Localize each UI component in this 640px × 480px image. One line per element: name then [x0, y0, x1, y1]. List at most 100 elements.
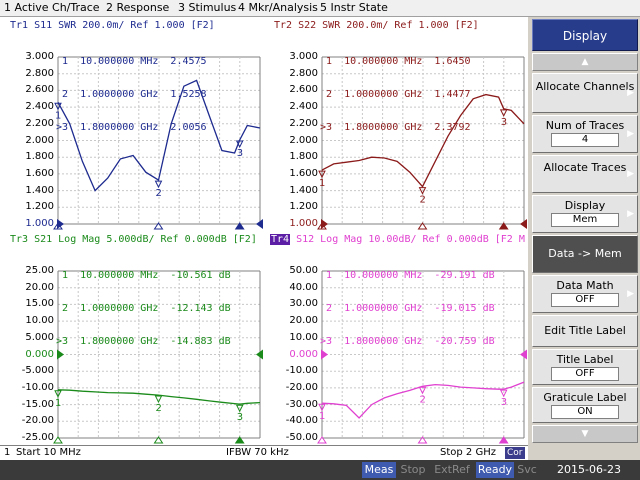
marker-frequency: 1.0000000 GHz: [80, 89, 159, 100]
marker-row: 1 10.000000 MHz -29.191 dB: [320, 270, 495, 281]
allocate-traces-button[interactable]: Allocate Traces ▶: [532, 155, 638, 193]
y-tick-label: -25.00: [21, 432, 54, 443]
stop-frequency[interactable]: Stop 2 GHz: [440, 447, 496, 459]
marker-row: 1 10.000000 MHz 2.4575: [56, 56, 207, 67]
graticule-label-label: Graticule Label: [543, 391, 627, 404]
marker-id: 2: [320, 303, 333, 314]
y-tick-label: 2.800: [25, 67, 54, 79]
y-tick-label: 30.00: [289, 298, 318, 310]
marker-row: 2 1.0000000 GHz 1.5258: [56, 89, 207, 100]
marker-id: 1: [56, 56, 69, 67]
marker-row: 2 1.0000000 GHz -19.015 dB: [320, 303, 495, 314]
trace-header-s22[interactable]: Tr2 S22 SWR 200.0m/ Ref 1.000 [F2]: [274, 20, 479, 31]
menu-response[interactable]: 2 Response: [106, 1, 169, 15]
date-time-display: 2015-06-23 18:41: [557, 463, 621, 480]
title-label-button[interactable]: Title Label OFF: [532, 349, 638, 385]
edit-title-label-button[interactable]: Edit Title Label: [532, 315, 638, 347]
marker-label: 2: [419, 195, 425, 206]
marker-row: 2 1.0000000 GHz 1.4477: [320, 89, 471, 100]
trace-header-s21[interactable]: Tr3 S21 Log Mag 5.000dB/ Ref 0.000dB [F2…: [10, 234, 257, 245]
graph-area: 1 2 3 Tr1 S11 SWR 200.0m/ Ref 1.000 [F2] 1…: [0, 17, 528, 445]
active-trace-tag: Tr4: [270, 234, 291, 245]
marker-frequency: 1.8000000 GHz: [344, 336, 423, 347]
marker-value: -12.143 dB: [170, 303, 231, 314]
marker-id: 2: [320, 89, 333, 100]
marker-id: >3: [320, 336, 333, 347]
start-frequency[interactable]: Start 10 MHz: [16, 447, 81, 459]
y-tick-label: 1.200: [25, 201, 54, 213]
y-tick-label: 2.800: [289, 67, 318, 79]
marker-frequency: 1.8000000 GHz: [80, 336, 159, 347]
submenu-arrow-icon: ▶: [627, 209, 634, 219]
menu-instr-state[interactable]: 5 Instr State: [320, 1, 388, 15]
y-tick-label: 2.600: [289, 84, 318, 96]
ready-indicator: Ready: [476, 462, 514, 478]
extref-indicator: ExtRef: [434, 463, 470, 476]
marker-frequency: 10.000000 MHz: [344, 56, 423, 67]
marker-table-s11: 1 10.000000 MHz 2.4575 2 1.0000000 GHz 1…: [56, 34, 207, 155]
marker-label: 2: [155, 188, 161, 199]
graticule-label-button[interactable]: Graticule Label ON: [532, 387, 638, 423]
title-label-value: OFF: [551, 367, 619, 381]
marker-frequency: 1.0000000 GHz: [80, 303, 159, 314]
softkey-scroll-up-button[interactable]: ▲: [532, 53, 638, 71]
instrument-status-bar: Meas Stop ExtRef Ready Svc 2015-06-23 18…: [0, 460, 640, 480]
marker-value: -14.883 dB: [170, 336, 231, 347]
trace-panel-s21[interactable]: 1 2 3 Tr3 S21 Log Mag 5.000dB/ Ref 0.000dB…: [0, 231, 264, 445]
y-tick-label: -5.000: [21, 365, 54, 377]
y-tick-label: 50.00: [289, 265, 318, 276]
display-button[interactable]: Display Mem ▶: [532, 195, 638, 233]
menu-bar: 1 Active Ch/Trace 2 Response 3 Stimulus …: [0, 0, 640, 17]
marker-value: 2.3792: [434, 122, 471, 133]
marker-label: 3: [501, 397, 507, 408]
y-tick-label: -50.00: [285, 432, 318, 443]
allocate-channels-button[interactable]: Allocate Channels ▶: [532, 73, 638, 113]
menu-mkr-analysis[interactable]: 4 Mkr/Analysis: [238, 1, 318, 15]
y-tick-label: -30.00: [285, 398, 318, 410]
y-tick-label: 3.000: [25, 51, 54, 62]
softkey-scroll-down-button[interactable]: ▼: [532, 425, 638, 443]
marker-id: 1: [320, 270, 333, 281]
softkey-menu-title: Display: [532, 19, 638, 51]
marker-frequency: 1.8000000 GHz: [80, 122, 159, 133]
y-tick-label: 2.000: [25, 134, 54, 146]
trace-panel-s12[interactable]: 1 2 3 Tr4 S12 Log Mag 10.00dB/ Ref 0.000dB…: [264, 231, 528, 445]
y-tick-label: 40.00: [289, 281, 318, 293]
marker-value: -29.191 dB: [434, 270, 495, 281]
marker-id: >3: [56, 336, 69, 347]
marker-row: 2 1.0000000 GHz -12.143 dB: [56, 303, 231, 314]
y-tick-label: 0.000: [289, 348, 318, 360]
trace-header-s12[interactable]: Tr4 S12 Log Mag 10.00dB/ Ref 0.000dB [F2…: [270, 234, 525, 245]
marker-table-s22: 1 10.000000 MHz 1.6450 2 1.0000000 GHz 1…: [320, 34, 471, 155]
marker-label: 3: [237, 148, 243, 159]
y-tick-label: 10.00: [25, 315, 54, 327]
submenu-arrow-icon: ▶: [627, 289, 634, 299]
triangle-down-icon: ▼: [581, 429, 589, 439]
y-tick-label: 2.000: [289, 134, 318, 146]
marker-label: 1: [55, 398, 61, 409]
marker-row: >3 1.8000000 GHz -14.883 dB: [56, 336, 231, 347]
trace-panel-s22[interactable]: 1 2 3 Tr2 S22 SWR 200.0m/ Ref 1.000 [F2] 1…: [264, 17, 528, 231]
menu-active-ch-trace[interactable]: 1 Active Ch/Trace: [4, 1, 100, 15]
menu-stimulus[interactable]: 3 Stimulus: [178, 1, 236, 15]
marker-row: >3 1.8000000 GHz 2.3792: [320, 122, 471, 133]
y-tick-label: -40.00: [285, 415, 318, 427]
trace-panel-s11[interactable]: 1 2 3 Tr1 S11 SWR 200.0m/ Ref 1.000 [F2] 1…: [0, 17, 264, 231]
num-of-traces-button[interactable]: Num of Traces 4 ▶: [532, 115, 638, 153]
display-label: Display: [564, 199, 606, 212]
marker-value: -20.759 dB: [434, 336, 495, 347]
y-tick-label: 1.000: [25, 218, 54, 229]
y-tick-label: 1.600: [289, 167, 318, 179]
trace-header-s11[interactable]: Tr1 S11 SWR 200.0m/ Ref 1.000 [F2]: [10, 20, 215, 31]
y-tick-label: 1.400: [289, 184, 318, 196]
channel-status-bar: 1 Start 10 MHz IFBW 70 kHz Stop 2 GHz Co…: [0, 445, 528, 460]
marker-label: 1: [319, 178, 325, 189]
marker-label: 2: [419, 394, 425, 405]
y-tick-label: 0.000: [25, 348, 54, 360]
data-to-mem-button[interactable]: Data -> Mem: [532, 235, 638, 273]
data-math-button[interactable]: Data Math OFF ▶: [532, 275, 638, 313]
display-value: Mem: [551, 213, 619, 227]
ifbw-setting[interactable]: IFBW 70 kHz: [226, 447, 289, 459]
y-tick-label: 1.400: [25, 184, 54, 196]
title-label-label: Title Label: [556, 353, 614, 366]
